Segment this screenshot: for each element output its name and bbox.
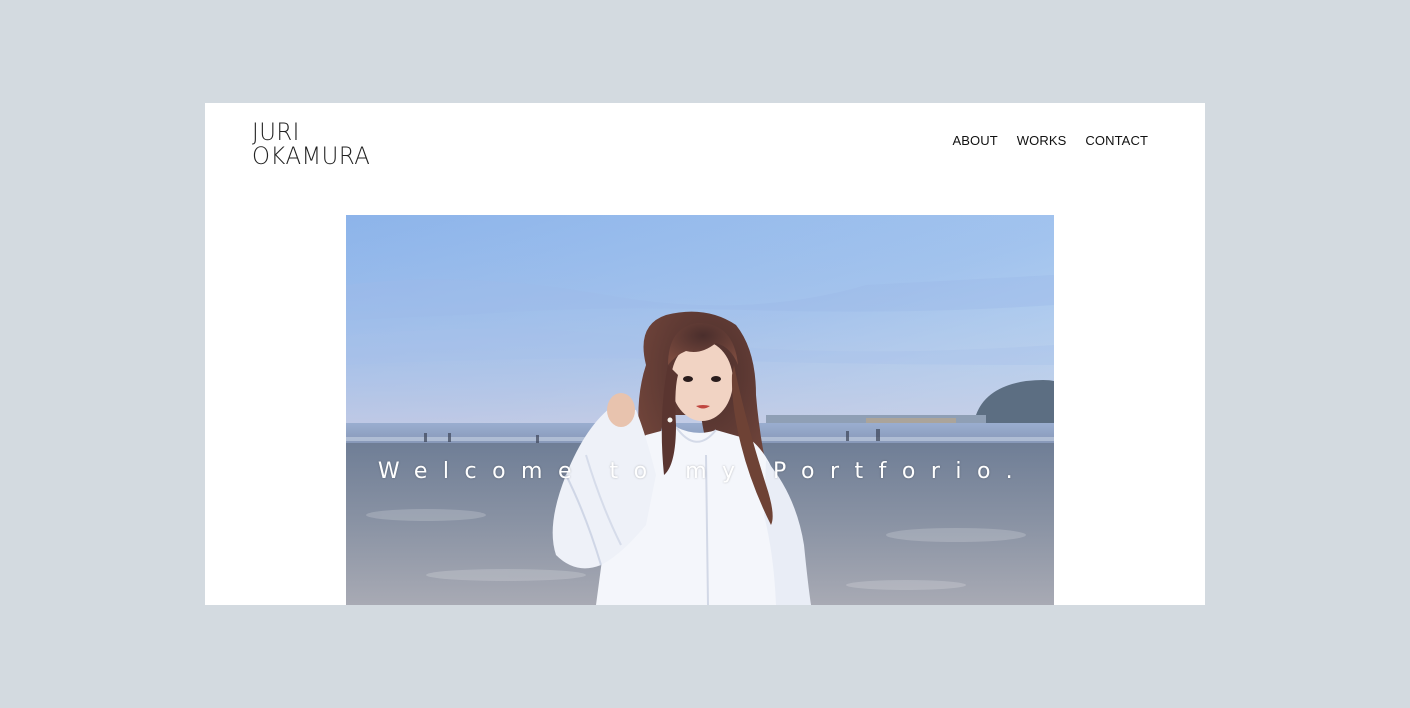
page-container: JURI OKAMURA ABOUT WORKS CONTACT Welcome… [205,103,1205,605]
logo-first-name: JURI [252,118,300,146]
hero-tagline: Welcome to my Portforio. [377,459,1029,484]
nav-link-contact[interactable]: CONTACT [1085,133,1148,148]
site-logo[interactable]: JURI OKAMURA [252,120,370,168]
nav-link-about[interactable]: ABOUT [953,133,998,148]
hero-photo [346,215,1054,605]
main-nav: ABOUT WORKS CONTACT [953,133,1149,148]
nav-link-works[interactable]: WORKS [1017,133,1067,148]
hero-image: Welcome to my Portforio. [346,215,1054,605]
logo-last-name: OKAMURA [252,142,371,170]
